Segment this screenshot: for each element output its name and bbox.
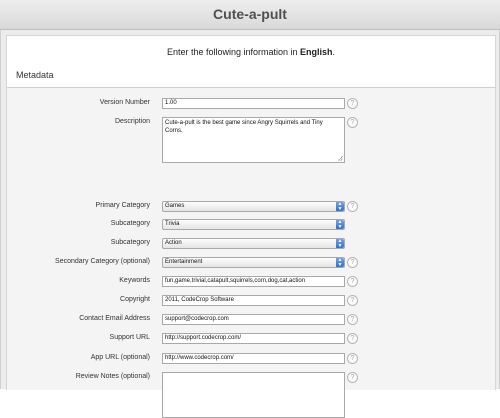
metadata-form: Version Number 1.00 ? Description Cute-a… (7, 88, 495, 418)
secondary-category-select[interactable]: Entertainment ▲ ▼ (162, 257, 345, 268)
title-bar: Cute-a-pult (0, 0, 500, 30)
secondary-category-value: Entertainment (165, 259, 203, 265)
resize-grip-icon[interactable] (338, 156, 343, 161)
support-url-label: Support URL (109, 334, 150, 341)
app-url-label: App URL (optional) (90, 354, 150, 361)
help-icon[interactable]: ? (347, 353, 358, 364)
subcategory-1-label: Subcategory (110, 220, 150, 227)
description-field[interactable]: Cute-a-pult is the best game since Angry… (162, 117, 345, 163)
instruction-language: English (300, 47, 333, 57)
app-url-field[interactable]: http://www.codecrop.com/ (162, 353, 345, 364)
review-notes-label: Review Notes (optional) (75, 373, 150, 380)
help-icon[interactable]: ? (347, 117, 358, 128)
secondary-category-label: Secondary Category (optional) (55, 258, 150, 265)
review-notes-field[interactable] (162, 372, 345, 418)
help-icon[interactable]: ? (347, 98, 358, 109)
subcategory-2-label: Subcategory (110, 239, 150, 246)
copyright-field[interactable]: 2011, CodeCrop Software (162, 295, 345, 306)
help-icon[interactable]: ? (347, 333, 358, 344)
chevron-updown-icon: ▲ ▼ (336, 201, 344, 212)
subcategory-2-select[interactable]: Action ▲ ▼ (162, 238, 345, 249)
subcategory-2-value: Action (165, 240, 182, 246)
app-title: Cute-a-pult (213, 6, 287, 22)
window-body: Enter the following information in Engli… (0, 30, 500, 418)
keywords-label: Keywords (119, 277, 150, 284)
copyright-label: Copyright (120, 296, 150, 303)
keywords-field[interactable]: fun,game,trivial,catapult,squirrels,corn… (162, 276, 345, 287)
contact-email-field[interactable]: support@codecrop.com (162, 314, 345, 325)
form-panel: Enter the following information in Engli… (6, 35, 496, 418)
primary-category-label: Primary Category (95, 202, 150, 209)
version-number-field[interactable]: 1.00 (162, 98, 345, 109)
chevron-updown-icon: ▲ ▼ (336, 238, 344, 249)
description-value: Cute-a-pult is the best game since Angry… (165, 120, 323, 134)
version-number-label: Version Number (99, 99, 150, 106)
chevron-updown-icon: ▲ ▼ (336, 219, 344, 230)
instruction-suffix: . (332, 47, 336, 57)
section-title: Metadata (16, 70, 54, 80)
primary-category-value: Games (165, 203, 185, 209)
help-icon[interactable]: ? (347, 314, 358, 325)
description-label: Description (114, 118, 150, 125)
help-icon[interactable]: ? (347, 201, 358, 212)
instruction-text: Enter the following information in Engli… (7, 47, 495, 57)
help-icon[interactable]: ? (347, 295, 358, 306)
subcategory-1-select[interactable]: Trivia ▲ ▼ (162, 219, 345, 230)
primary-category-select[interactable]: Games ▲ ▼ (162, 201, 345, 212)
help-icon[interactable]: ? (347, 276, 358, 287)
help-icon[interactable]: ? (347, 372, 358, 383)
chevron-updown-icon: ▲ ▼ (336, 257, 344, 268)
instruction-prefix: Enter the following information in (166, 47, 301, 57)
help-icon[interactable]: ? (347, 257, 358, 268)
subcategory-1-value: Trivia (165, 221, 180, 227)
contact-email-label: Contact Email Address (79, 315, 150, 322)
support-url-field[interactable]: http://support.codecrop.com/ (162, 333, 345, 344)
